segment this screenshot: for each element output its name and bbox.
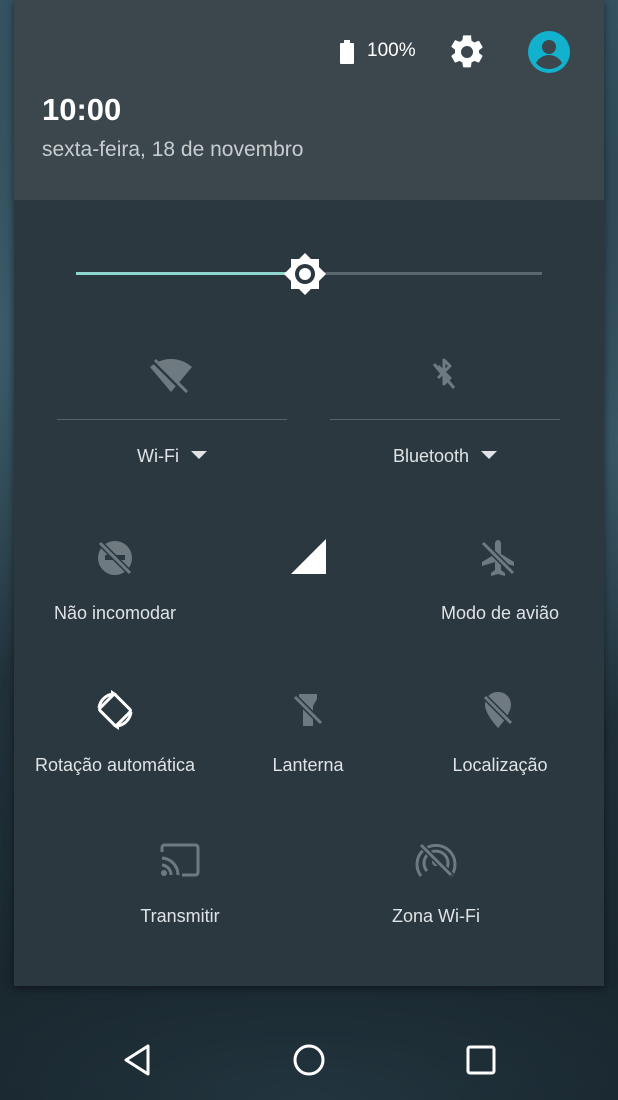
- location-off-icon[interactable]: [474, 686, 522, 734]
- flashlight-off-icon[interactable]: [284, 686, 332, 734]
- brightness-sun-icon[interactable]: [284, 253, 326, 295]
- chevron-down-icon[interactable]: [481, 451, 498, 460]
- rotation-tile-label[interactable]: Rotação automática: [14, 755, 216, 776]
- back-icon[interactable]: [118, 1040, 158, 1080]
- navigation-bar: [0, 1010, 618, 1100]
- cell-signal-icon[interactable]: [286, 534, 334, 582]
- date-text[interactable]: sexta-feira, 18 de novembro: [42, 138, 303, 162]
- bluetooth-off-icon[interactable]: [420, 352, 468, 400]
- hotspot-tile-label[interactable]: Zona Wi-Fi: [336, 906, 536, 927]
- quick-settings-header: 100% 10:00 sexta-feira, 18 de novembro: [14, 0, 604, 200]
- battery-icon: [340, 40, 354, 64]
- hotspot-off-icon[interactable]: [412, 836, 460, 884]
- cast-icon[interactable]: [156, 836, 204, 884]
- wifi-tile-label-row[interactable]: Wi-Fi: [57, 446, 287, 467]
- home-icon[interactable]: [289, 1040, 329, 1080]
- auto-rotate-icon[interactable]: [91, 686, 139, 734]
- wifi-off-icon[interactable]: [147, 352, 195, 400]
- airplane-off-icon[interactable]: [474, 534, 522, 582]
- brightness-slider-fill: [76, 272, 305, 275]
- user-avatar-icon[interactable]: [528, 31, 570, 73]
- bluetooth-tile-label-row[interactable]: Bluetooth: [330, 446, 560, 467]
- bluetooth-divider: [330, 419, 560, 420]
- wifi-tile-label: Wi-Fi: [137, 446, 179, 466]
- cast-tile-label[interactable]: Transmitir: [80, 906, 280, 927]
- dnd-tile-label[interactable]: Não incomodar: [14, 603, 216, 624]
- settings-gear-icon[interactable]: [447, 32, 487, 72]
- flashlight-tile-label[interactable]: Lanterna: [208, 755, 408, 776]
- clock-time[interactable]: 10:00: [42, 92, 121, 128]
- wifi-divider: [57, 419, 287, 420]
- location-tile-label[interactable]: Localização: [400, 755, 600, 776]
- chevron-down-icon[interactable]: [190, 451, 207, 460]
- battery-percentage: 100%: [367, 40, 416, 61]
- bluetooth-tile-label: Bluetooth: [392, 446, 470, 466]
- recents-icon[interactable]: [461, 1040, 501, 1080]
- airplane-tile-label[interactable]: Modo de avião: [400, 603, 600, 624]
- do-not-disturb-off-icon[interactable]: [91, 534, 139, 582]
- quick-settings-panel: 100% 10:00 sexta-feira, 18 de novembro W…: [14, 0, 604, 986]
